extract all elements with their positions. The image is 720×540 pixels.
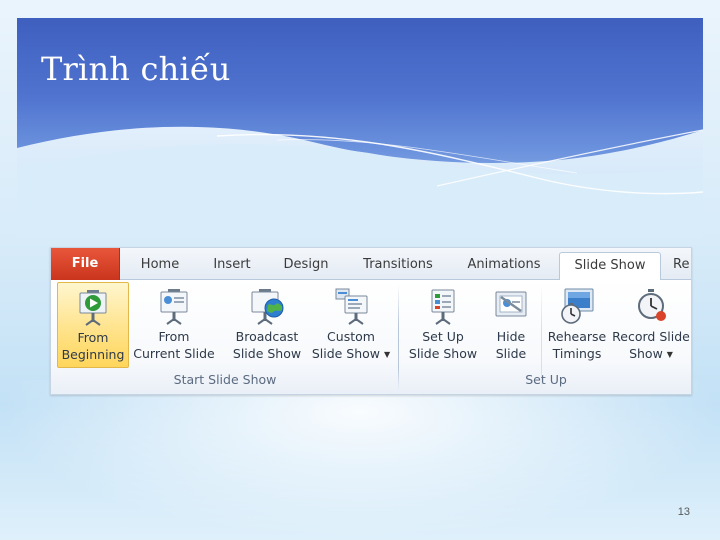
custom-slide-show-icon [335,288,368,325]
rehearse-timings-button[interactable]: Rehearse Timings [545,282,609,368]
broadcast-line1: Broadcast [235,329,299,344]
rehearse-timings-icon [561,288,594,324]
broadcast-line2: Slide Show [232,346,302,361]
hide-slide-icon [495,291,527,317]
broadcast-slide-show-button[interactable]: Broadcast Slide Show [229,282,305,368]
ribbon: File Home Insert Design Transitions Anim… [50,247,692,395]
custom-line2: Slide Show [311,346,381,361]
tab-review-partial[interactable]: Re [673,252,691,280]
record-line1: Record Slide [612,329,690,344]
play-from-beginning-icon [79,290,107,326]
record-slide-show-button[interactable]: Record Slide Show ▼ [609,282,691,368]
from-current-slide-button[interactable]: From Current Slide [131,282,217,368]
set-up-slide-show-button[interactable]: Set Up Slide Show [403,282,483,368]
setup-slide-show-icon [431,289,455,325]
custom-slide-show-button[interactable]: Custom Slide Show ▼ [307,282,395,368]
from-current-line1: From [158,329,190,344]
background-glow [0,380,720,540]
slide-title: Trình chiếu [41,50,231,88]
record-stopwatch-icon [638,289,666,321]
hide-line2: Slide [495,346,527,361]
tab-design[interactable]: Design [273,252,339,280]
record-line2: Show [629,346,663,361]
record-line2-row: Show ▼ [609,345,691,363]
custom-line1: Custom [327,329,375,344]
group-label-set-up: Set Up [525,372,567,387]
hide-line1: Hide [496,329,526,344]
rehearse-line2: Timings [552,346,602,361]
custom-line2-row: Slide Show ▼ [307,345,395,363]
rehearse-line1: Rehearse [547,329,607,344]
setup-line2: Slide Show [408,346,478,361]
slide-header: Trình chiếu [17,18,703,238]
projector-screen-icon [160,289,188,325]
broadcast-globe-icon [251,289,284,325]
hide-slide-button[interactable]: Hide Slide [485,282,537,368]
from-beginning-line2: Beginning [61,347,125,362]
tab-slide-show[interactable]: Slide Show [559,252,661,281]
tab-home[interactable]: Home [131,252,189,280]
ribbon-body: From Beginning From Current Slide Broadc… [51,280,691,394]
group-separator [398,284,399,390]
tab-animations[interactable]: Animations [459,252,549,280]
ribbon-tab-bar: File Home Insert Design Transitions Anim… [51,248,691,281]
tab-insert[interactable]: Insert [201,252,263,280]
setup-line1: Set Up [422,329,464,344]
tab-file[interactable]: File [51,248,120,280]
from-beginning-button[interactable]: From Beginning [57,282,129,368]
chevron-down-icon: ▼ [666,350,673,359]
group-label-start-slide-show: Start Slide Show [173,372,277,387]
tab-transitions[interactable]: Transitions [353,252,443,280]
from-current-line2: Current Slide [133,346,215,361]
page-number: 13 [677,506,690,518]
from-beginning-line1: From [77,330,109,345]
chevron-down-icon: ▼ [384,350,391,359]
